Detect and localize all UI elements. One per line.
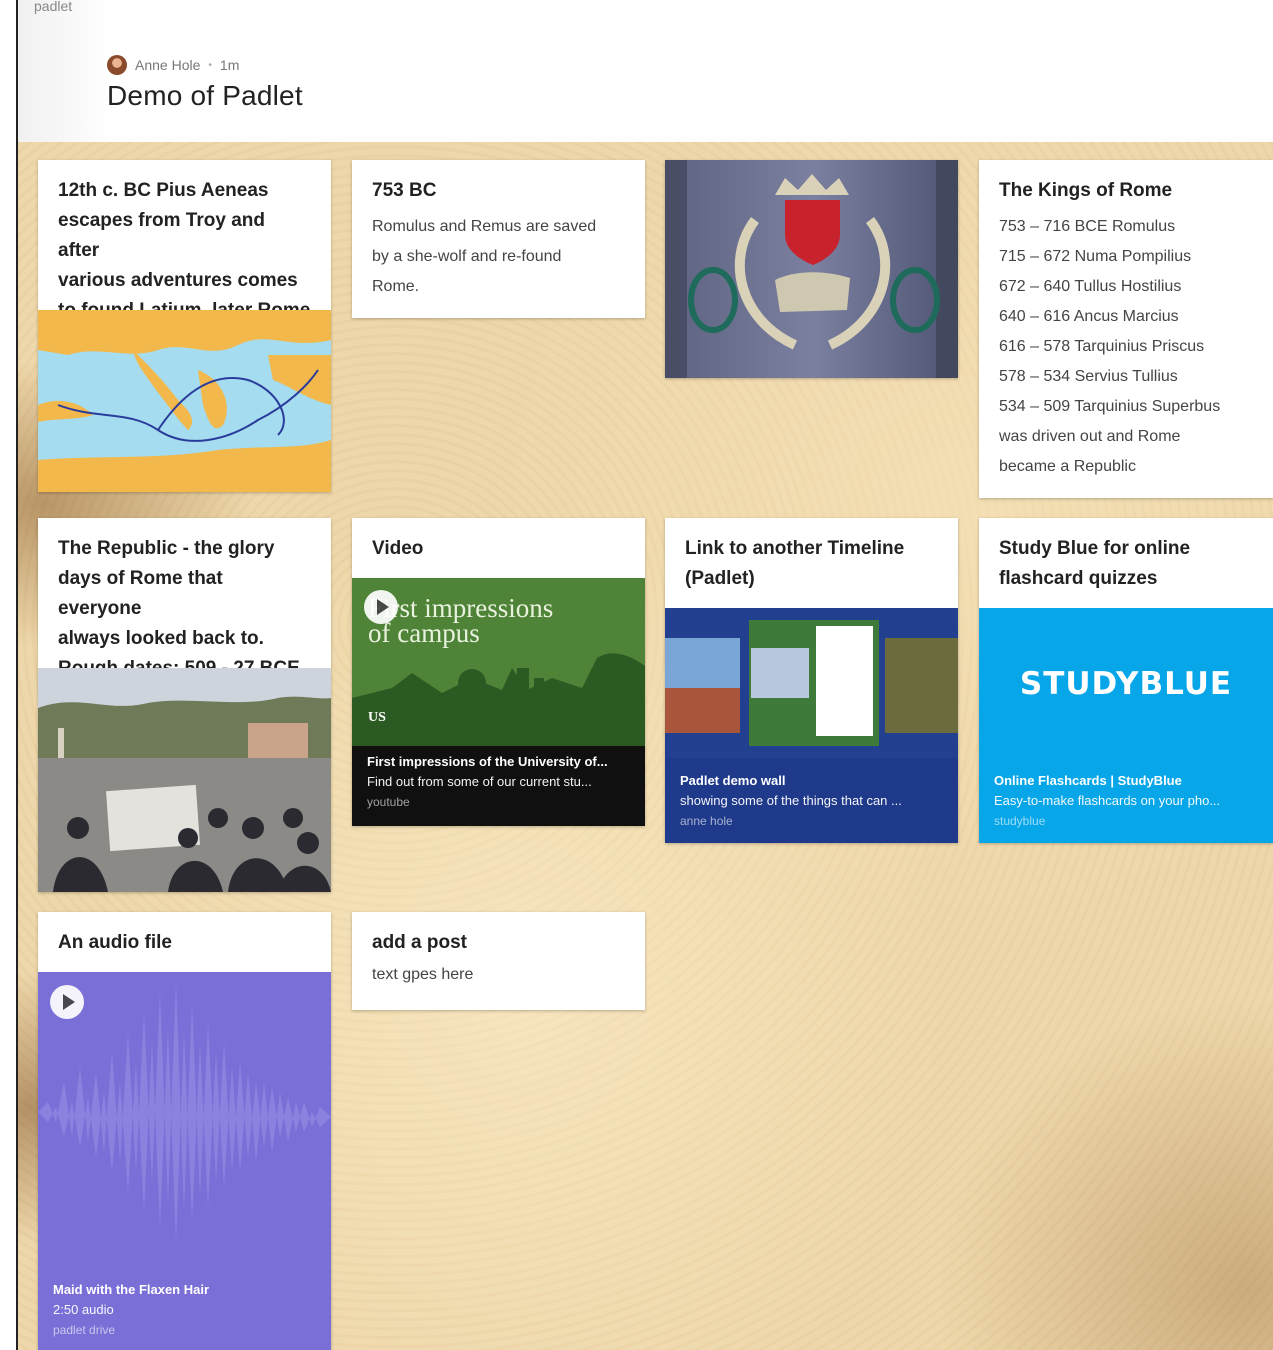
studyblue-logo: STUDYBLUE — [1019, 666, 1233, 702]
author-row: Anne Hole • 1m — [107, 54, 303, 76]
timeline-meta: Padlet demo wall showing some of the thi… — [680, 771, 946, 831]
post-title: An audio file — [58, 932, 172, 953]
studyblue-link-preview[interactable]: STUDYBLUE Online Flashcards | StudyBlue … — [979, 608, 1273, 843]
title-line: 12th c. BC Pius Aeneas — [58, 180, 269, 201]
post-title: The Kings of Rome — [999, 180, 1173, 201]
title-line: (Padlet) — [685, 568, 755, 589]
body-line: 672 – 640 Tullus Hostilius — [999, 278, 1182, 295]
post-body: Romulus and Remus are saved by a she-wol… — [372, 212, 625, 302]
time-ago: 1m — [219, 57, 240, 73]
video-meta: First impressions of the University of..… — [367, 752, 633, 812]
page-title: Demo of Padlet — [107, 80, 303, 111]
post-title: add a post — [372, 932, 468, 953]
studyblue-meta: Online Flashcards | StudyBlue Easy-to-ma… — [994, 771, 1261, 831]
title-line: Study Blue for online — [999, 538, 1191, 559]
post-audio[interactable]: An audio file Maid with the Flaxen Hair … — [38, 912, 331, 1350]
audio-waveform — [38, 982, 331, 1242]
padlet-board: 12th c. BC Pius Aeneas escapes from Troy… — [18, 142, 1273, 1350]
post-title: 753 BC — [372, 180, 437, 201]
body-line: Romulus and Remus are saved — [372, 218, 597, 235]
title-line: days of Rome that everyone — [58, 568, 223, 619]
body-line: Rome. — [372, 278, 420, 295]
post-title: Study Blue for online flashcard quizzes — [999, 534, 1253, 594]
post-spqr-image[interactable] — [665, 160, 958, 378]
link-description: showing some of the things that can ... — [680, 793, 902, 808]
video-description: Find out from some of our current stu... — [367, 774, 592, 789]
post-753bc[interactable]: 753 BC Romulus and Remus are saved by a … — [352, 160, 645, 318]
link-source: anne hole — [680, 814, 733, 828]
timeline-link-preview[interactable]: Padlet demo wall showing some of the thi… — [665, 608, 958, 843]
separator-dot: • — [208, 59, 212, 71]
headline-line: of campus — [368, 618, 480, 648]
audio-attachment[interactable]: Maid with the Flaxen Hair 2:50 audio pad… — [38, 972, 331, 1350]
title-line: various adventures comes — [58, 270, 298, 291]
spqr-shield-image — [665, 160, 958, 378]
university-logo: US — [368, 710, 386, 725]
post-studyblue[interactable]: Study Blue for online flashcard quizzes … — [979, 518, 1273, 843]
audio-duration: 2:50 audio — [53, 1302, 114, 1317]
body-line: 640 – 616 Ancus Marcius — [999, 308, 1179, 325]
post-video[interactable]: Video First impressions of campus US Fir… — [352, 518, 645, 826]
aeneas-map-image[interactable] — [38, 310, 331, 492]
post-title: Link to another Timeline (Padlet) — [685, 534, 938, 594]
post-add-a-post[interactable]: add a post text gpes here — [352, 912, 645, 1010]
body-line: 715 – 672 Numa Pompilius — [999, 248, 1192, 265]
title-line: The Republic - the glory — [58, 538, 275, 559]
audio-source: padlet drive — [53, 1323, 116, 1337]
body-line: was driven out and Rome — [999, 428, 1181, 445]
body-line: 578 – 534 Servius Tullius — [999, 368, 1178, 385]
body-line: 534 – 509 Tarquinius Superbus — [999, 398, 1221, 415]
play-icon[interactable] — [50, 985, 84, 1019]
post-title: The Republic - the glory days of Rome th… — [58, 534, 311, 684]
post-body: 753 – 716 BCE Romulus 715 – 672 Numa Pom… — [999, 212, 1253, 482]
title-line: always looked back to. — [58, 628, 264, 649]
left-shade — [18, 0, 110, 142]
post-republic[interactable]: The Republic - the glory days of Rome th… — [38, 518, 331, 892]
app-brand[interactable]: padlet — [34, 0, 72, 14]
post-title: 12th c. BC Pius Aeneas escapes from Troy… — [58, 176, 311, 326]
video-title[interactable]: First impressions of the University of..… — [367, 752, 633, 772]
post-body: text gpes here — [372, 966, 474, 983]
post-kings-of-rome[interactable]: The Kings of Rome 753 – 716 BCE Romulus … — [979, 160, 1273, 498]
forum-photo[interactable] — [38, 668, 331, 892]
link-title[interactable]: Padlet demo wall — [680, 771, 946, 791]
play-icon[interactable] — [364, 590, 398, 624]
post-aeneas[interactable]: 12th c. BC Pius Aeneas escapes from Troy… — [38, 160, 331, 492]
video-source: youtube — [367, 795, 410, 809]
post-timeline-link[interactable]: Link to another Timeline (Padlet) Padlet… — [665, 518, 958, 843]
link-title[interactable]: Online Flashcards | StudyBlue — [994, 771, 1261, 791]
link-description: Easy-to-make flashcards on your pho... — [994, 793, 1221, 808]
title-line: Link to another Timeline — [685, 538, 905, 559]
body-line: 616 – 578 Tarquinius Priscus — [999, 338, 1205, 355]
title-line: flashcard quizzes — [999, 568, 1158, 589]
title-line: escapes from Troy and after — [58, 210, 265, 261]
audio-title[interactable]: Maid with the Flaxen Hair — [53, 1280, 319, 1300]
body-line: by a she-wolf and re-found — [372, 248, 562, 265]
video-meta-bar: First impressions of the University of..… — [352, 746, 645, 826]
body-line: 753 – 716 BCE Romulus — [999, 218, 1176, 235]
padlet-header: Anne Hole • 1m Demo of Padlet — [107, 54, 303, 112]
video-attachment[interactable]: First impressions of campus US First imp… — [352, 578, 645, 826]
audio-meta: Maid with the Flaxen Hair 2:50 audio pad… — [53, 1280, 319, 1340]
link-source: studyblue — [994, 814, 1046, 828]
padlet-wall-preview — [665, 608, 958, 758]
author-name[interactable]: Anne Hole — [135, 57, 200, 73]
avatar[interactable] — [107, 55, 127, 75]
post-title: Video — [372, 538, 424, 559]
body-line: became a Republic — [999, 458, 1136, 475]
